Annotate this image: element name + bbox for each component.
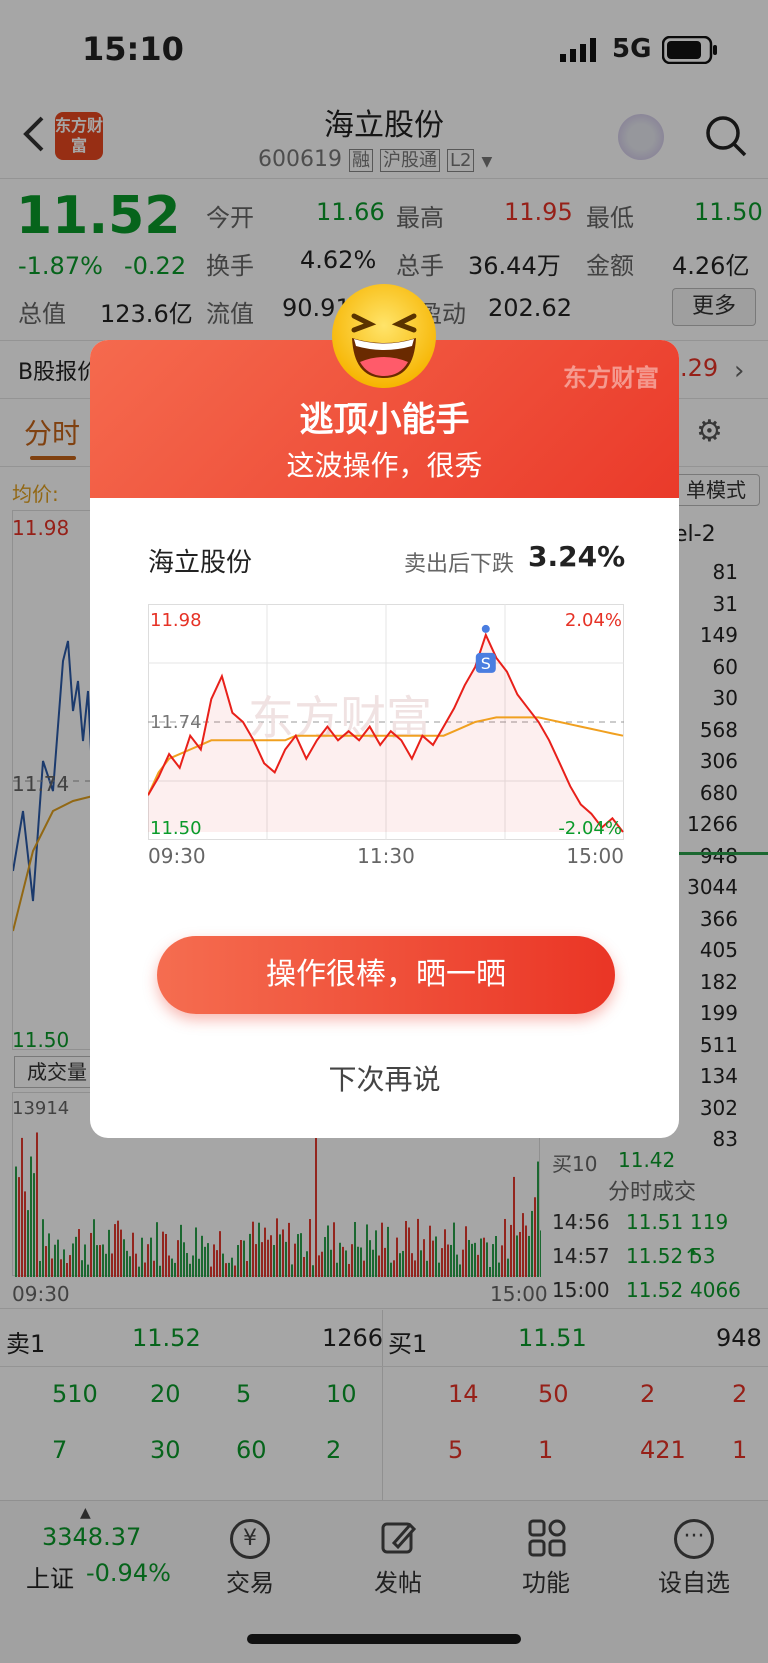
later-button[interactable]: 下次再说 (90, 1058, 679, 1098)
y-label-low-pct: -2.04% (558, 818, 622, 839)
drop-label: 卖出后下跌 (404, 552, 515, 577)
y-label-high-pct: 2.04% (565, 610, 622, 631)
modal-chart: 东方财富 S 11.98 11.74 11.50 2.04% -2.04% (147, 604, 624, 840)
home-indicator[interactable] (247, 1634, 521, 1644)
modal-subtitle: 这波操作，很秀 (286, 449, 483, 482)
x-tick-label: 11:30 (357, 844, 415, 868)
modal-title: 逃顶小能手 (299, 400, 470, 440)
y-label-mid: 11.74 (150, 712, 202, 733)
modal-chart-svg: 东方财富 S 11.98 11.74 11.50 2.04% -2.04% (147, 604, 624, 840)
laughing-emoji-icon (330, 282, 438, 390)
modal-brand: 东方财富 (563, 364, 659, 392)
sell-point (481, 624, 490, 633)
modal-stock-name: 海立股份 (148, 548, 253, 578)
y-label-low: 11.50 (150, 818, 202, 839)
drop-value: 3.24% (528, 540, 626, 573)
y-label-high: 11.98 (150, 610, 202, 631)
sell-marker-label: S (481, 654, 491, 673)
share-button[interactable]: 操作很棒，晒一晒 (157, 936, 615, 1014)
chart-watermark: 东方财富 (248, 691, 432, 745)
x-tick-label: 09:30 (148, 844, 206, 868)
x-tick-label: 15:00 (566, 844, 624, 868)
achievement-modal: 东方财富 逃顶小能手 这波操作，很秀 海立股份 卖出后下跌 3.24% 东方财富… (90, 340, 679, 1138)
